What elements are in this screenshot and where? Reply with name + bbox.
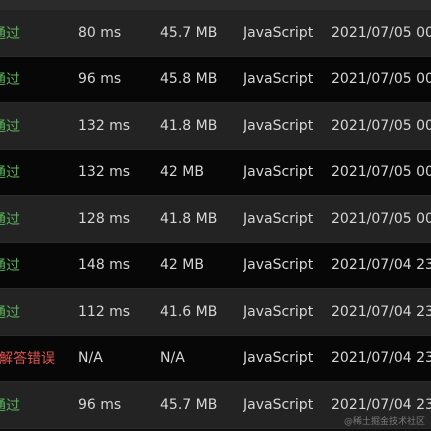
runtime-value: 96 ms	[78, 71, 122, 88]
memory-value: 45.7 MB	[160, 24, 218, 41]
submission-list: 通过 80 ms 45.7 MB JavaScript 2021/07/05 0…	[0, 10, 431, 429]
table-row[interactable]: 通过 80 ms 45.7 MB JavaScript 2021/07/05 0…	[0, 10, 431, 57]
submitted-time: 2021/07/05 00	[331, 210, 431, 227]
status-link[interactable]: 通过	[0, 103, 62, 149]
table-row[interactable]: 通过 148 ms 42 MB JavaScript 2021/07/04 23	[0, 242, 431, 289]
submitted-time: 2021/07/05 00	[331, 164, 431, 181]
status-link[interactable]: 解答错误	[0, 336, 69, 382]
submitted-time: 2021/07/04 23	[331, 303, 431, 320]
table-row[interactable]: 通过 128 ms 41.8 MB JavaScript 2021/07/05 …	[0, 196, 431, 243]
memory-value: 41.8 MB	[160, 210, 218, 227]
status-link[interactable]: 通过	[0, 382, 62, 428]
status-link[interactable]: 通过	[0, 243, 62, 289]
submitted-time: 2021/07/05 00	[331, 117, 431, 134]
table-row[interactable]: 解答错误 N/A N/A JavaScript 2021/07/04 23	[0, 335, 431, 382]
runtime-value: 80 ms	[78, 24, 122, 41]
status-link[interactable]: 通过	[0, 57, 62, 103]
language-value: JavaScript	[243, 117, 314, 134]
language-value: JavaScript	[243, 350, 314, 367]
status-link[interactable]: 通过	[0, 289, 62, 335]
watermark-text: @稀土掘金技术社区	[343, 417, 425, 427]
submitted-time: 2021/07/05 00	[331, 24, 431, 41]
runtime-value: 132 ms	[78, 117, 131, 134]
language-value: JavaScript	[243, 303, 314, 320]
memory-value: 41.8 MB	[160, 117, 218, 134]
table-row[interactable]: 通过 132 ms 41.8 MB JavaScript 2021/07/05 …	[0, 103, 431, 150]
submitted-time: 2021/07/04 23	[331, 257, 431, 274]
table-row[interactable]: 通过 112 ms 41.6 MB JavaScript 2021/07/04 …	[0, 289, 431, 336]
memory-value: 45.8 MB	[160, 71, 218, 88]
table-row[interactable]: 通过 132 ms 42 MB JavaScript 2021/07/05 00	[0, 149, 431, 196]
language-value: JavaScript	[243, 71, 314, 88]
memory-value: 41.6 MB	[160, 303, 218, 320]
submitted-time: 2021/07/05 00	[331, 71, 431, 88]
memory-value: N/A	[160, 350, 185, 367]
runtime-value: 128 ms	[78, 210, 131, 227]
status-link[interactable]: 通过	[0, 150, 62, 196]
runtime-value: 148 ms	[78, 257, 131, 274]
submission-history-panel: 通过 80 ms 45.7 MB JavaScript 2021/07/05 0…	[0, 0, 431, 431]
runtime-value: N/A	[78, 350, 103, 367]
memory-value: 45.7 MB	[160, 396, 218, 413]
language-value: JavaScript	[243, 257, 314, 274]
status-link[interactable]: 通过	[0, 196, 62, 242]
language-value: JavaScript	[243, 396, 314, 413]
memory-value: 42 MB	[160, 164, 204, 181]
runtime-value: 96 ms	[78, 396, 122, 413]
memory-value: 42 MB	[160, 257, 204, 274]
table-row[interactable]: 通过 96 ms 45.8 MB JavaScript 2021/07/05 0…	[0, 56, 431, 103]
status-link[interactable]: 通过	[0, 10, 62, 56]
runtime-value: 112 ms	[78, 303, 131, 320]
language-value: JavaScript	[243, 164, 314, 181]
language-value: JavaScript	[243, 210, 314, 227]
runtime-value: 132 ms	[78, 164, 131, 181]
submitted-time: 2021/07/04 23	[331, 350, 431, 367]
table-header-edge	[0, 0, 431, 10]
language-value: JavaScript	[243, 24, 314, 41]
